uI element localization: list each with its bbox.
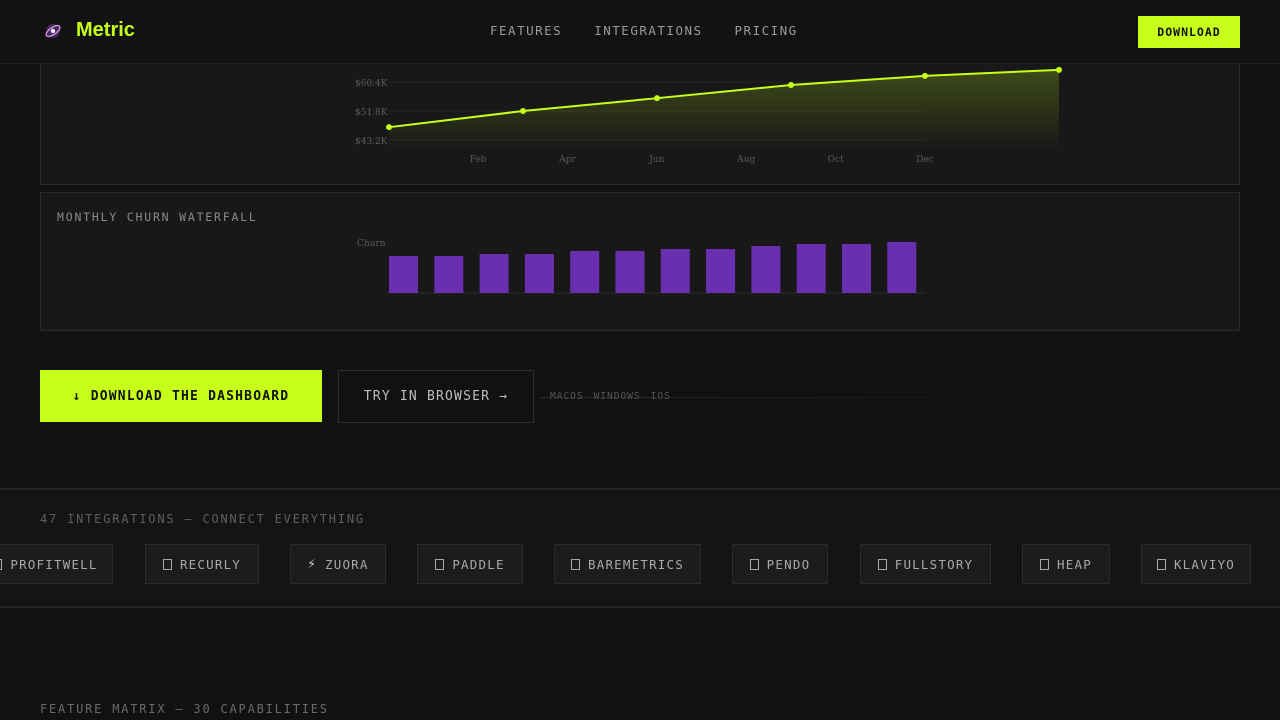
churn-bar <box>887 242 917 293</box>
integration-chip-klaviyo[interactable]: KLAVIYO <box>1141 544 1251 584</box>
integration-chip-paddle[interactable]: PADDLE <box>417 544 523 584</box>
square-icon <box>435 558 445 570</box>
integration-chip-heap[interactable]: HEAP <box>1022 544 1110 584</box>
feature-matrix-title: FEATURE MATRIX — 30 CAPABILITIES <box>40 702 329 716</box>
y-tick-label: $43.2K <box>355 137 388 147</box>
churn-bar <box>842 244 871 293</box>
square-icon <box>749 558 759 570</box>
y-tick-label: $60.4K <box>355 79 388 89</box>
x-tick-label: Apr <box>558 155 576 165</box>
square-icon <box>162 558 172 570</box>
integrations-section: 47 INTEGRATIONS — CONNECT EVERYTHING PRO… <box>0 488 1280 608</box>
brand-name: Metric <box>76 19 135 41</box>
integration-label: PADDLE <box>452 556 505 572</box>
square-icon <box>877 558 887 570</box>
x-tick-label: Aug <box>736 155 755 165</box>
churn-chart-panel: MONTHLY CHURN WATERFALL Churn <box>40 192 1240 331</box>
integration-label: PROFITWELL <box>10 556 98 572</box>
square-icon <box>0 558 3 570</box>
churn-bar <box>796 244 826 293</box>
brand-logo[interactable]: Metric <box>44 19 135 42</box>
try-in-browser-button[interactable]: TRY IN BROWSER → <box>338 370 534 423</box>
churn-bar <box>615 251 645 293</box>
churn-bar <box>389 256 418 293</box>
integrations-title: 47 INTEGRATIONS — CONNECT EVERYTHING <box>40 512 365 526</box>
platform-list: MACOS WINDOWS IOS <box>550 391 671 402</box>
integration-label: PENDO <box>766 556 811 572</box>
revenue-point <box>520 108 526 114</box>
churn-bar <box>751 246 781 293</box>
x-tick-label: Jun <box>648 155 664 165</box>
integration-chip-baremetrics[interactable]: BAREMETRICS <box>554 544 701 584</box>
integration-label: FULLSTORY <box>894 556 974 572</box>
integration-chip-recurly[interactable]: RECURLY <box>145 544 259 584</box>
y-tick-label: $51.8K <box>355 108 388 118</box>
churn-bar <box>660 249 690 293</box>
integration-label: ZUORA <box>325 556 369 572</box>
platform-ios: IOS <box>650 391 671 402</box>
platform-windows: WINDOWS <box>593 391 641 402</box>
revenue-point <box>788 82 794 89</box>
churn-chart: Churn <box>357 239 925 294</box>
nav-link-features[interactable]: FEATURES <box>490 23 562 38</box>
integration-label: HEAP <box>1057 556 1092 572</box>
integrations-row: PROFITWELL RECURLY ⚡ ZUORA PADDLE BAREME… <box>0 544 1280 586</box>
churn-bar <box>434 256 464 293</box>
integration-label: RECURLY <box>179 556 242 572</box>
integration-chip-zuora[interactable]: ⚡ ZUORA <box>290 544 386 584</box>
churn-bar <box>570 251 600 293</box>
galaxy-icon <box>45 23 61 38</box>
top-nav: Metric FEATURES INTEGRATIONS PRICING DOW… <box>0 0 1280 64</box>
churn-y-label: Churn <box>357 239 386 249</box>
integration-label: KLAVIYO <box>1173 556 1236 572</box>
square-icon <box>571 558 580 570</box>
nav-download-button[interactable]: DOWNLOAD <box>1138 16 1240 48</box>
churn-bar <box>706 249 736 293</box>
integration-chip-fullstory[interactable]: FULLSTORY <box>860 544 991 584</box>
churn-bar <box>479 254 509 293</box>
download-dashboard-button[interactable]: ↓ DOWNLOAD THE DASHBOARD <box>40 370 322 422</box>
x-tick-label: Feb <box>470 155 487 165</box>
nav-link-integrations[interactable]: INTEGRATIONS <box>594 23 702 38</box>
integration-label: BAREMETRICS <box>588 556 684 572</box>
revenue-point <box>386 124 392 131</box>
x-tick-label: Dec <box>916 155 934 165</box>
x-tick-label: Oct <box>828 155 844 165</box>
integration-chip-pendo[interactable]: PENDO <box>732 544 828 584</box>
revenue-point <box>1056 66 1062 73</box>
square-icon <box>1156 558 1166 570</box>
revenue-point <box>922 72 928 79</box>
platform-macos: MACOS <box>550 391 584 402</box>
integration-chip-profitwell[interactable]: PROFITWELL <box>0 544 113 584</box>
churn-bar <box>524 254 554 293</box>
revenue-point <box>654 95 660 102</box>
nav-links: FEATURES INTEGRATIONS PRICING <box>490 23 798 38</box>
bolt-icon: ⚡ <box>307 556 317 572</box>
nav-link-pricing[interactable]: PRICING <box>735 23 798 38</box>
square-icon <box>1040 558 1050 570</box>
